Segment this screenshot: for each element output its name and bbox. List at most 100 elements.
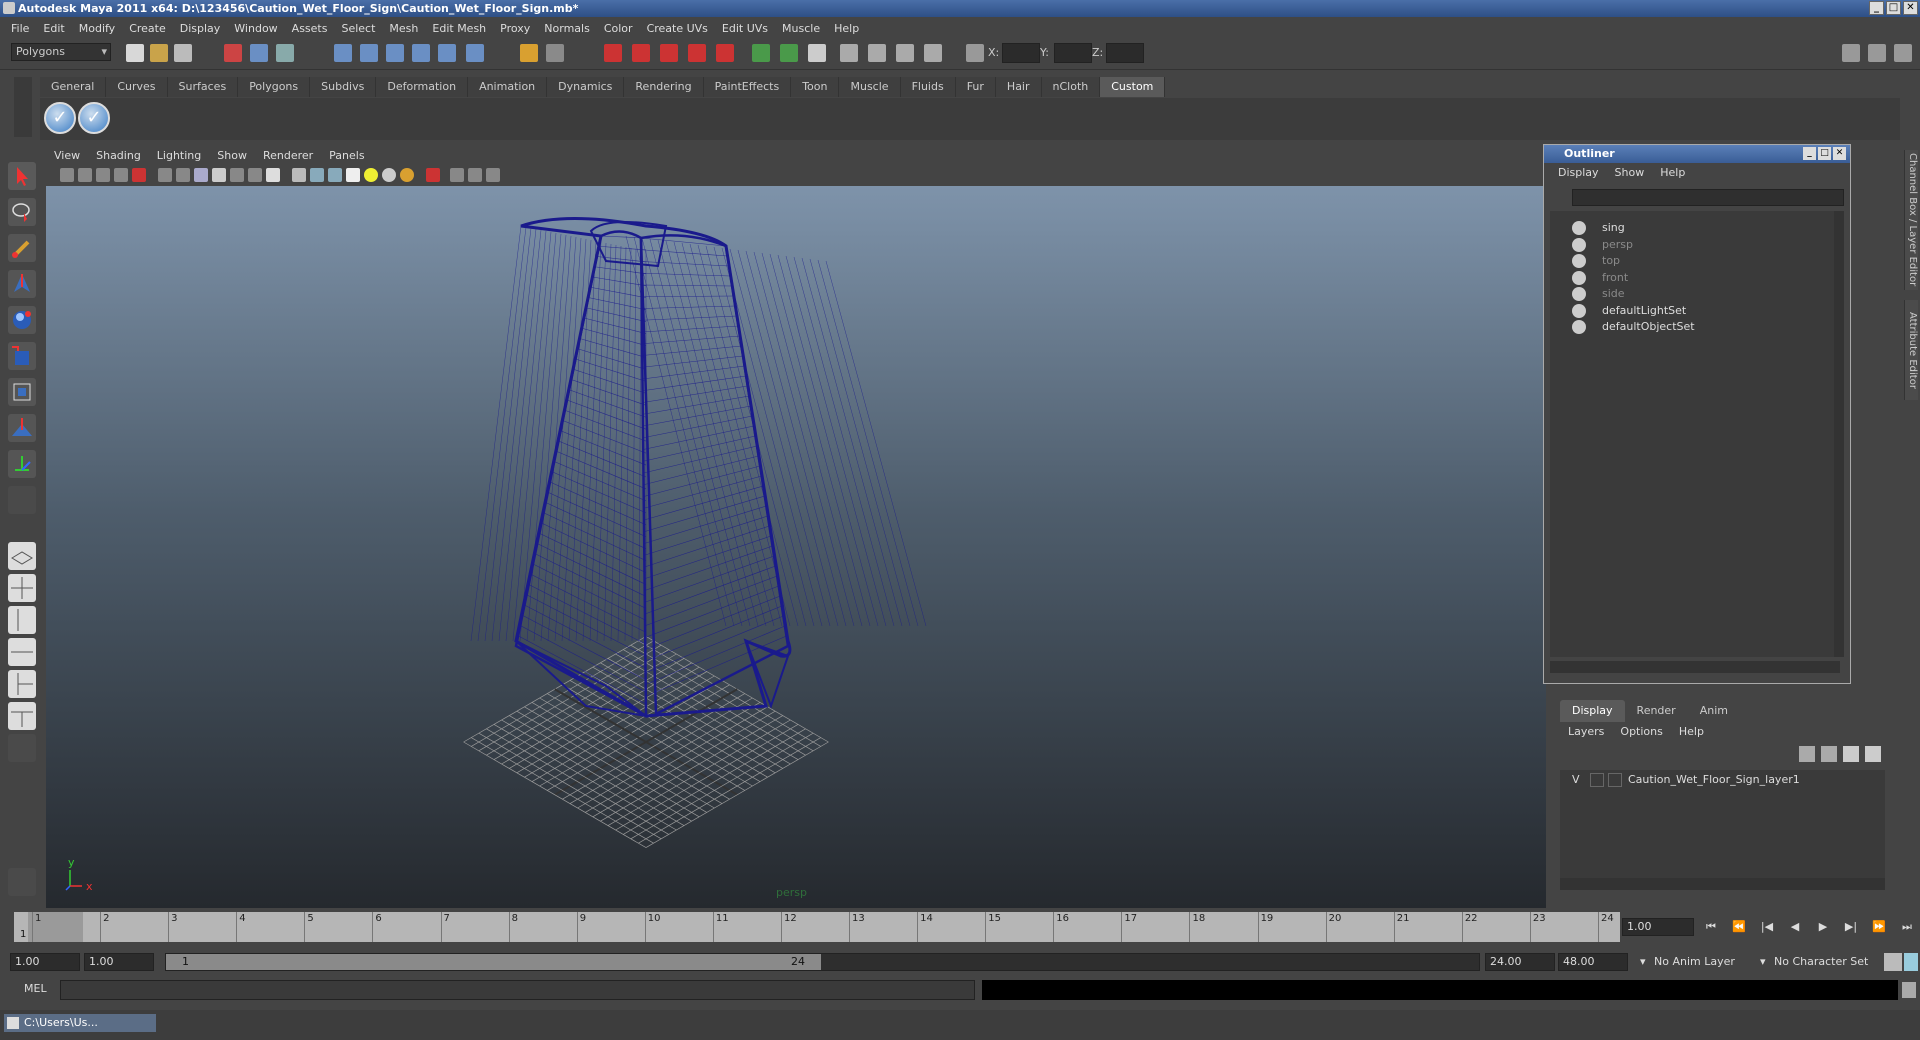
select-tool-icon[interactable]: [8, 162, 36, 190]
layer-menu-help[interactable]: Help: [1671, 722, 1712, 742]
mel-label[interactable]: MEL: [24, 982, 47, 995]
layer-display-type-toggle[interactable]: [1590, 773, 1604, 787]
viewport-menu-panels[interactable]: Panels: [321, 147, 372, 165]
outliner-graph-layout-icon[interactable]: [8, 702, 36, 730]
outliner-menu-display[interactable]: Display: [1550, 163, 1607, 183]
new-scene-icon[interactable]: [126, 44, 144, 62]
script-editor-icon[interactable]: [1902, 982, 1916, 998]
anim-layer-dropdown[interactable]: ▾ No Anim Layer: [1640, 953, 1735, 971]
two-d-pan-zoom-icon[interactable]: [132, 168, 146, 182]
menu-file[interactable]: File: [4, 22, 36, 35]
channel-box-icon[interactable]: [896, 44, 914, 62]
layer-tab-anim[interactable]: Anim: [1688, 700, 1740, 722]
shelf-tab-toon[interactable]: Toon: [791, 77, 840, 97]
snap-point-icon[interactable]: [386, 44, 404, 62]
play-forward-icon[interactable]: ▶: [1812, 918, 1834, 936]
x-field[interactable]: [1002, 43, 1040, 63]
outliner-item[interactable]: persp: [1572, 236, 1633, 254]
four-view-layout-icon[interactable]: [8, 574, 36, 602]
layer-menu-options[interactable]: Options: [1612, 722, 1670, 742]
hypershade-icon[interactable]: [688, 44, 706, 62]
shelf-tab-ncloth[interactable]: nCloth: [1041, 77, 1101, 97]
channel-box-side-tab[interactable]: Channel Box / Layer Editor: [1904, 150, 1918, 290]
textured-icon[interactable]: [346, 168, 360, 182]
history-icon[interactable]: [466, 44, 484, 62]
shelf-check-button-1[interactable]: ✓: [44, 102, 76, 134]
step-back-key-icon[interactable]: |◀: [1756, 918, 1778, 936]
shelf-tab-deformation[interactable]: Deformation: [376, 77, 469, 97]
range-slider-track[interactable]: 1 24: [165, 953, 1480, 971]
save-scene-icon[interactable]: [174, 44, 192, 62]
move-layer-down-icon[interactable]: [1821, 746, 1837, 762]
safe-action-icon[interactable]: [248, 168, 262, 182]
persp-outliner-layout-icon[interactable]: [8, 606, 36, 634]
snap-curve-icon[interactable]: [360, 44, 378, 62]
viewport-menu-lighting[interactable]: Lighting: [149, 147, 209, 165]
go-to-end-icon[interactable]: ⏭: [1896, 918, 1918, 936]
safe-title-icon[interactable]: [266, 168, 280, 182]
menu-modify[interactable]: Modify: [72, 22, 122, 35]
high-quality-icon[interactable]: [400, 168, 414, 182]
field-chart-icon[interactable]: [230, 168, 244, 182]
panel-layout-icon[interactable]: [1842, 44, 1860, 62]
menu-set-select[interactable]: Polygons ▾: [11, 43, 111, 61]
menu-normals[interactable]: Normals: [537, 22, 597, 35]
viewport-menu-show[interactable]: Show: [209, 147, 255, 165]
image-plane-icon[interactable]: [114, 168, 128, 182]
film-gate-icon[interactable]: [176, 168, 190, 182]
menu-proxy[interactable]: Proxy: [493, 22, 537, 35]
menu-window[interactable]: Window: [227, 22, 284, 35]
toggle-panels-icon[interactable]: [1868, 44, 1886, 62]
animation-end-field[interactable]: 48.00: [1558, 953, 1628, 971]
menu-mesh[interactable]: Mesh: [382, 22, 425, 35]
viewport-menu-shading[interactable]: Shading: [88, 147, 149, 165]
construction-icon[interactable]: [546, 44, 564, 62]
xray-components-icon[interactable]: [486, 168, 500, 182]
render-icon[interactable]: [604, 44, 622, 62]
snap-plane-icon[interactable]: [412, 44, 430, 62]
maximize-button[interactable]: □: [1886, 1, 1901, 15]
rotate-tool-icon[interactable]: [8, 306, 36, 334]
gate-mask-icon[interactable]: [212, 168, 226, 182]
hypershade-layout-icon[interactable]: [8, 670, 36, 698]
ipr-render-icon[interactable]: [632, 44, 650, 62]
viewport-menu-view[interactable]: View: [46, 147, 88, 165]
menu-assets[interactable]: Assets: [285, 22, 335, 35]
bookmark-icon[interactable]: [96, 168, 110, 182]
shelf-tab-fluids[interactable]: Fluids: [900, 77, 956, 97]
playback-end-field[interactable]: 24.00: [1485, 953, 1555, 971]
lock-icon[interactable]: [520, 44, 538, 62]
viewport-menu-renderer[interactable]: Renderer: [255, 147, 321, 165]
layer-row[interactable]: V Caution_Wet_Floor_Sign_layer1: [1560, 770, 1885, 790]
outliner-maximize-button[interactable]: □: [1818, 147, 1831, 160]
menu-muscle[interactable]: Muscle: [775, 22, 827, 35]
scale-tool-icon[interactable]: [8, 342, 36, 370]
move-tool-icon[interactable]: [8, 270, 36, 298]
menu-create[interactable]: Create: [122, 22, 173, 35]
snap-grid-icon[interactable]: [334, 44, 352, 62]
layer-menu-layers[interactable]: Layers: [1560, 722, 1612, 742]
minimize-button[interactable]: _: [1869, 1, 1884, 15]
shelf-tab-polygons[interactable]: Polygons: [238, 77, 311, 97]
shadows-icon[interactable]: [382, 168, 396, 182]
outliner-item[interactable]: defaultObjectSet: [1572, 318, 1695, 336]
make-live-icon[interactable]: [438, 44, 456, 62]
outliner-vertical-scrollbar[interactable]: [1834, 211, 1844, 657]
perspective-viewport[interactable]: y x persp: [46, 186, 1546, 908]
play-backward-icon[interactable]: ◀: [1784, 918, 1806, 936]
shelf-tab-general[interactable]: General: [40, 77, 107, 97]
new-layer-selected-icon[interactable]: [1865, 746, 1881, 762]
move-layer-up-icon[interactable]: [1799, 746, 1815, 762]
select-object-icon[interactable]: [250, 44, 268, 62]
soft-mod-tool-icon[interactable]: [8, 414, 36, 442]
xray-icon[interactable]: [450, 168, 464, 182]
outliner-item[interactable]: top: [1572, 252, 1620, 270]
layer-color-swatch[interactable]: [1608, 773, 1622, 787]
menu-display[interactable]: Display: [173, 22, 228, 35]
command-input[interactable]: [60, 980, 975, 1000]
tool-settings-icon[interactable]: [868, 44, 886, 62]
shelf-tab-surfaces[interactable]: Surfaces: [167, 77, 239, 97]
wireframe-icon[interactable]: [292, 168, 306, 182]
camera-attributes-icon[interactable]: [78, 168, 92, 182]
rename-icon[interactable]: [780, 44, 798, 62]
